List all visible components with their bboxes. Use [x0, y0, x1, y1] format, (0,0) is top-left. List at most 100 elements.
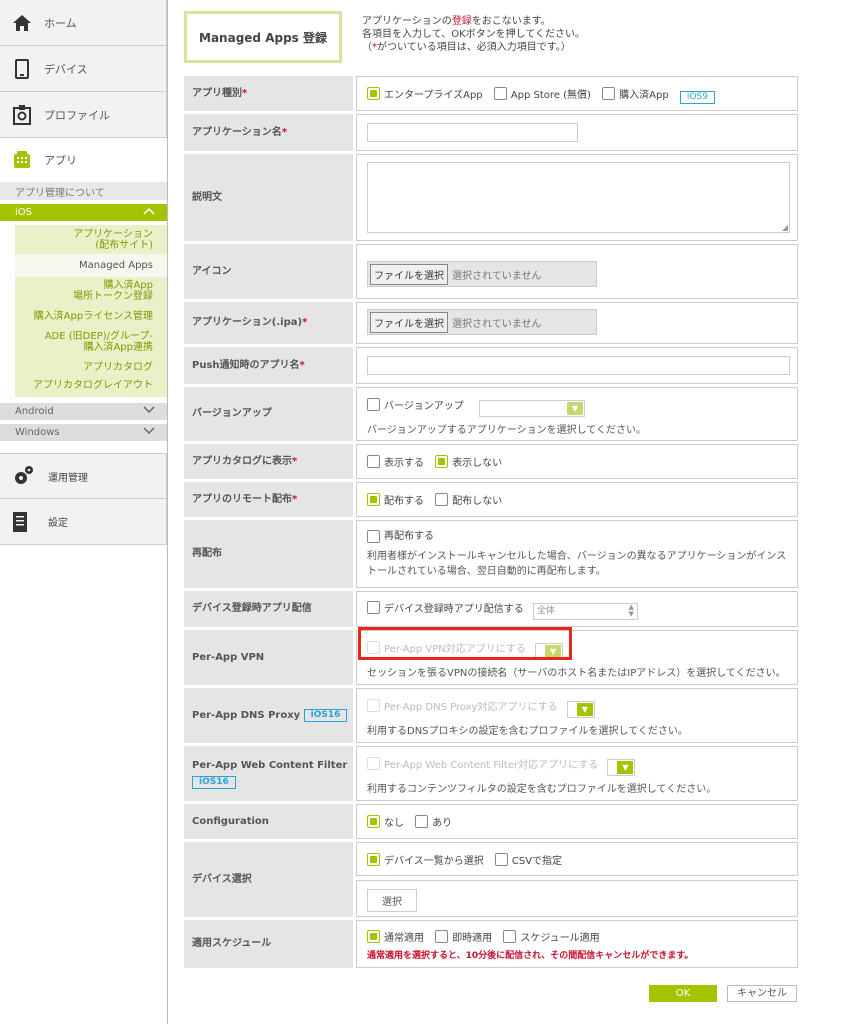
- option-no-distribute[interactable]: 配布しない: [435, 492, 502, 507]
- ios-submenu: アプリケーション (配布サイト) Managed Apps 購入済App 場所ト…: [15, 225, 167, 397]
- option-hide[interactable]: 表示しない: [435, 454, 502, 469]
- option-normal[interactable]: 通常適用: [367, 929, 424, 944]
- checkbox[interactable]: [367, 493, 380, 506]
- option-exists[interactable]: あり: [415, 814, 452, 829]
- row-remote: アプリのリモート配布 * 配布する 配布しない: [184, 482, 798, 517]
- ipa-file-button[interactable]: ファイルを選択: [370, 311, 448, 333]
- nav-home[interactable]: ホーム: [0, 0, 167, 46]
- ios-item-license[interactable]: 購入済Appライセンス管理: [15, 305, 167, 328]
- checkbox[interactable]: [367, 455, 380, 468]
- label-text: アプリケーション名: [192, 126, 282, 138]
- cell-configuration: なし あり: [356, 804, 798, 839]
- checkbox[interactable]: [367, 87, 380, 100]
- intro-line2: 各項目を入力して、OKボタンを押してください。: [362, 29, 586, 40]
- option-label: デバイス一覧から選択: [384, 856, 484, 867]
- nav-device[interactable]: デバイス: [0, 46, 167, 92]
- ios-item-ade[interactable]: ADE (旧DEP)/グループ- 購入済App連携: [15, 328, 167, 356]
- option-show[interactable]: 表示する: [367, 454, 424, 469]
- option-purchased[interactable]: 購入済App: [602, 86, 669, 101]
- label-text: アプリケーション(.ipa): [192, 317, 303, 328]
- ipa-file-status: 選択されていません: [452, 318, 542, 330]
- nav-android-label: Android: [15, 406, 54, 417]
- checkbox[interactable]: [435, 930, 449, 943]
- filter-checkbox-option[interactable]: Per-App Web Content Filter対応アプリにする: [367, 756, 598, 771]
- chevron-up-icon: [143, 207, 155, 218]
- spinner-arrows-icon: ▲ ▼: [628, 602, 634, 618]
- checkbox[interactable]: [493, 87, 507, 100]
- ios-item-app-distribution[interactable]: アプリケーション (配布サイト): [15, 226, 167, 254]
- ios-item-location-token[interactable]: 購入済App 場所トークン登録: [15, 277, 167, 305]
- option-from-list[interactable]: デバイス一覧から選択: [367, 852, 484, 867]
- ios-item-managed-apps[interactable]: Managed Apps: [15, 254, 167, 277]
- version-select[interactable]: ▼: [479, 399, 585, 417]
- option-app-store[interactable]: App Store (無償): [493, 86, 591, 101]
- ios-item-catalog[interactable]: アプリカタログ: [15, 356, 167, 377]
- dropdown-arrow-icon: ▼: [617, 760, 634, 774]
- checkbox[interactable]: [367, 530, 380, 543]
- option-immediate[interactable]: 即時適用: [435, 929, 492, 944]
- smartphone-icon: [12, 58, 32, 79]
- dns-checkbox-option[interactable]: Per-App DNS Proxy対応アプリにする: [367, 698, 558, 713]
- row-configuration: Configuration なし あり: [184, 804, 798, 839]
- dns-select[interactable]: ▼: [566, 700, 595, 718]
- label-device-select: デバイス選択: [184, 842, 353, 917]
- checkbox[interactable]: [367, 757, 380, 770]
- cell-device-select-top: デバイス一覧から選択 CSVで指定: [356, 842, 798, 876]
- chevron-down-icon: [143, 427, 155, 438]
- checkbox[interactable]: [494, 853, 508, 866]
- ok-button[interactable]: OK: [649, 985, 717, 1002]
- filter-select[interactable]: ▼: [607, 758, 636, 776]
- nav-ios[interactable]: iOS: [0, 204, 167, 221]
- nav-about-app[interactable]: アプリ管理について: [0, 182, 167, 200]
- highlight-box: [358, 627, 572, 660]
- nav-android[interactable]: Android: [0, 403, 167, 420]
- nav-app[interactable]: アプリ: [0, 138, 167, 182]
- checkbox[interactable]: [367, 853, 380, 866]
- checkbox[interactable]: [367, 930, 380, 943]
- checkbox[interactable]: [503, 930, 517, 943]
- page-title: Managed Apps 登録: [184, 11, 342, 63]
- checkbox[interactable]: [367, 815, 380, 828]
- checkbox[interactable]: [415, 815, 429, 828]
- enroll-scope-select[interactable]: 全体 ▲ ▼: [532, 602, 638, 620]
- option-label: 即時適用: [452, 933, 493, 944]
- option-none[interactable]: なし: [367, 814, 404, 829]
- required-mark: *: [292, 455, 298, 467]
- row-app-name: アプリケーション名 *: [184, 114, 798, 151]
- ios-item-label: ADE (旧DEP)/グループ- 購入済App連携: [44, 331, 153, 353]
- checkbox[interactable]: [367, 601, 380, 614]
- intro-line1b: 登録: [451, 16, 472, 27]
- checkbox[interactable]: [367, 398, 380, 411]
- push-name-input[interactable]: [367, 356, 790, 375]
- option-enterprise[interactable]: エンタープライズApp: [367, 86, 483, 101]
- redeploy-checkbox-option[interactable]: 再配布する: [367, 529, 434, 544]
- row-icon: アイコン ファイルを選択 選択されていません: [184, 244, 798, 299]
- home-icon: [12, 13, 32, 33]
- description-textarea[interactable]: ◢: [367, 162, 790, 233]
- icon-file-button[interactable]: ファイルを選択: [370, 263, 448, 285]
- ios-item-label: アプリケーション (配布サイト): [73, 229, 153, 251]
- device-select-button[interactable]: 選択: [367, 889, 417, 912]
- option-scheduled[interactable]: スケジュール適用: [503, 929, 600, 944]
- option-distribute[interactable]: 配布する: [367, 492, 424, 507]
- checkbox[interactable]: [435, 493, 449, 506]
- row-version: バージョンアップ バージョンアップ ▼ バージョンアップするアプリケーションを選…: [184, 387, 798, 441]
- nav-operations[interactable]: 運用管理: [0, 453, 167, 499]
- checkbox[interactable]: [602, 87, 616, 100]
- version-checkbox-option[interactable]: バージョンアップ: [367, 397, 464, 412]
- app-name-input[interactable]: [367, 123, 578, 142]
- nav-windows[interactable]: Windows: [0, 424, 167, 441]
- ios-item-catalog-layout[interactable]: アプリカタログレイアウト: [15, 377, 167, 396]
- redeploy-description: 利用者様がインストールキャンセルした場合、バージョンの異なるアプリケーションがイ…: [367, 551, 787, 577]
- nav-ios-label: iOS: [15, 207, 32, 218]
- checkbox[interactable]: [435, 455, 449, 468]
- checkbox[interactable]: [367, 699, 380, 712]
- enroll-checkbox-option[interactable]: デバイス登録時アプリ配信する: [367, 600, 524, 615]
- option-csv[interactable]: CSVで指定: [494, 852, 562, 867]
- dropdown-arrow-icon: ▼: [567, 401, 583, 415]
- label-text: Per-App Web Content Filter: [192, 759, 348, 771]
- cancel-button[interactable]: キャンセル: [727, 985, 797, 1002]
- nav-settings[interactable]: 設定: [0, 499, 167, 545]
- nav-profile[interactable]: プロファイル: [0, 92, 167, 138]
- intro-line3c: がついている項目は、必須入力項目です。）: [377, 42, 571, 53]
